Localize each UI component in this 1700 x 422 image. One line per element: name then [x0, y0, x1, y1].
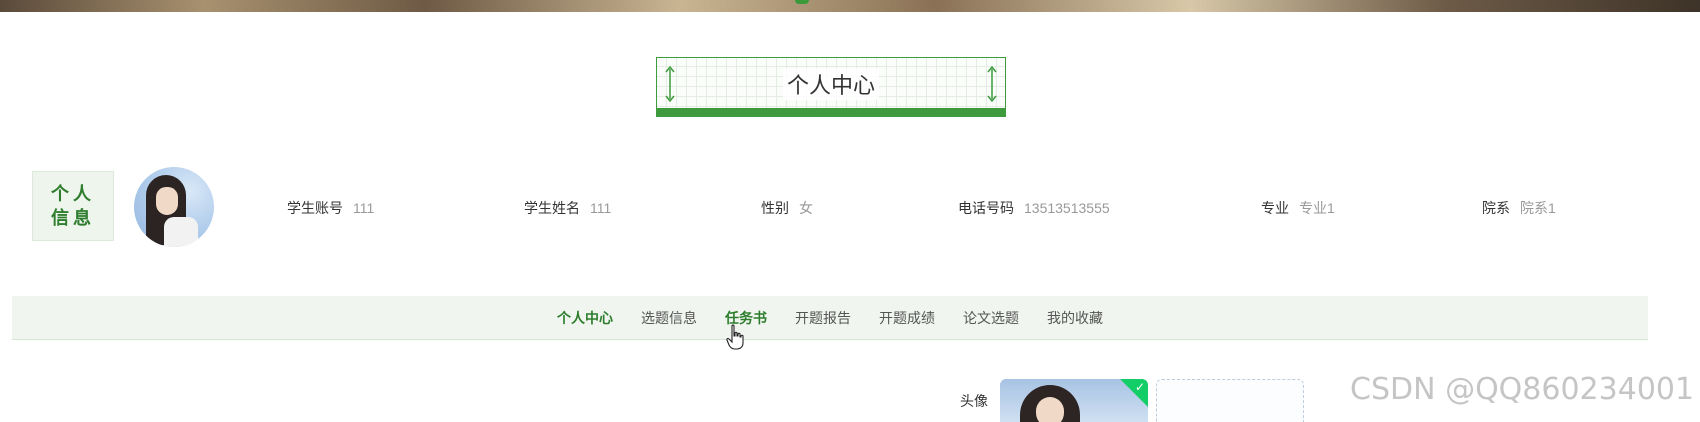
- hand-pointer-icon: [726, 324, 744, 350]
- field-value: 111: [590, 200, 612, 216]
- field-department: 院系 院系1: [1482, 198, 1556, 218]
- banner-indicator-dot[interactable]: [795, 0, 809, 4]
- field-label: 院系: [1482, 200, 1510, 216]
- profile-section-label: 个人信息: [32, 171, 114, 241]
- uploaded-avatar-thumbnail[interactable]: ✓: [1000, 379, 1148, 422]
- field-label: 学生账号: [287, 200, 343, 216]
- field-phone: 电话号码 13513513555: [958, 198, 1110, 218]
- avatar-field-label: 头像: [960, 393, 988, 409]
- field-gender: 性别女: [761, 198, 813, 218]
- field-value: 专业1: [1299, 200, 1335, 216]
- profile-section-label-text: 个人信息: [51, 184, 95, 228]
- field-value: 院系1: [1520, 200, 1556, 216]
- personal-center-nav: 个人中心 选题信息 任务书 开题报告 开题成绩 论文选题 我的收藏: [12, 296, 1648, 340]
- field-label: 学生姓名: [524, 200, 580, 216]
- field-label: 专业: [1261, 200, 1289, 216]
- avatar-upload-button[interactable]: [1156, 379, 1304, 422]
- header-banner-image: [0, 0, 1700, 12]
- check-icon: ✓: [1134, 380, 1145, 394]
- nav-item-proposal-report[interactable]: 开题报告: [781, 308, 865, 328]
- avatar: [134, 167, 214, 247]
- nav-item-topic-info[interactable]: 选题信息: [627, 308, 711, 328]
- nav-item-proposal-score[interactable]: 开题成绩: [865, 308, 949, 328]
- field-value: 13513513555: [1024, 200, 1110, 216]
- nav-item-personal-center[interactable]: 个人中心: [543, 308, 627, 328]
- field-label: 电话号码: [958, 200, 1014, 216]
- field-student-name: 学生姓名 111: [524, 198, 611, 218]
- page-title-box: 个人中心: [656, 57, 1006, 117]
- field-student-account: 学生账号 111: [287, 198, 374, 218]
- nav-item-my-favorites[interactable]: 我的收藏: [1033, 308, 1117, 328]
- title-underline-bar: [657, 108, 1005, 116]
- field-value: 111: [353, 200, 375, 216]
- nav-item-task-book[interactable]: 任务书: [711, 308, 781, 328]
- nav-item-thesis-topic[interactable]: 论文选题: [949, 308, 1033, 328]
- field-value: 女: [799, 200, 813, 216]
- watermark-text: CSDN @QQ860234001: [1350, 372, 1695, 407]
- field-label: 性别: [761, 200, 789, 216]
- page-title: 个人中心: [782, 68, 879, 100]
- field-major: 专业 专业1: [1261, 198, 1335, 218]
